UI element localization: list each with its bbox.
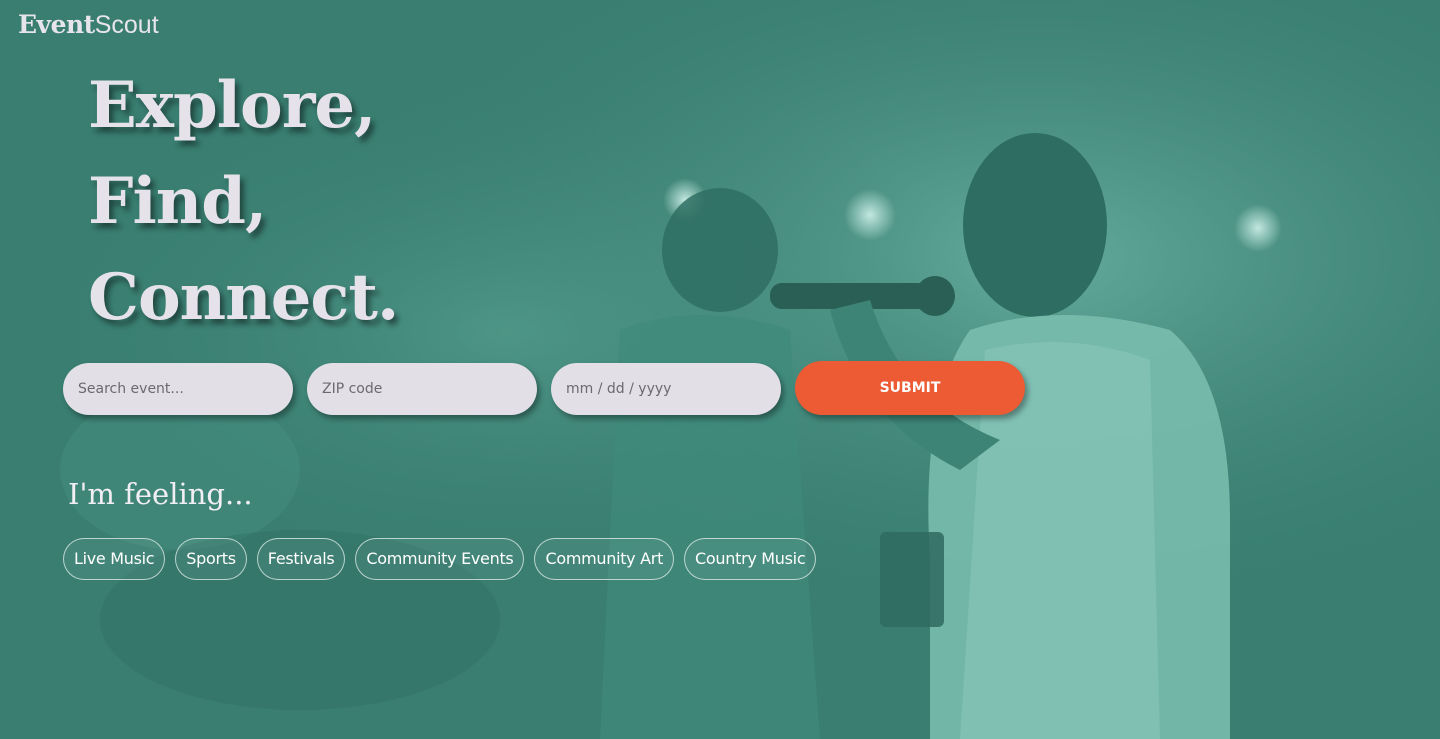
landing-page: EventScout Explore, Find, Connect. SUBMI… [0,0,1440,739]
chip-festivals[interactable]: Festivals [256,538,346,580]
chip-community-events[interactable]: Community Events [355,538,525,580]
brand-logo[interactable]: EventScout [18,8,159,42]
zip-code-input[interactable] [307,363,537,415]
submit-button[interactable]: SUBMIT [795,361,1025,415]
headline-line-connect: Connect. [88,260,399,335]
chip-community-art[interactable]: Community Art [534,538,675,580]
brand-name-light: Scout [94,11,159,39]
mood-heading: I'm feeling... [68,477,253,511]
date-input[interactable] [551,363,781,415]
chip-sports[interactable]: Sports [175,538,247,580]
mood-chip-list: Live Music Sports Festivals Community Ev… [63,538,817,580]
hero-headline: Explore, Find, Connect. [88,58,399,346]
brand-name-bold: Event [18,10,95,39]
search-event-input[interactable] [63,363,293,415]
chip-live-music[interactable]: Live Music [63,538,166,580]
headline-line-find: Find, [88,164,267,239]
headline-line-explore: Explore, [88,68,376,143]
chip-country-music[interactable]: Country Music [684,538,817,580]
